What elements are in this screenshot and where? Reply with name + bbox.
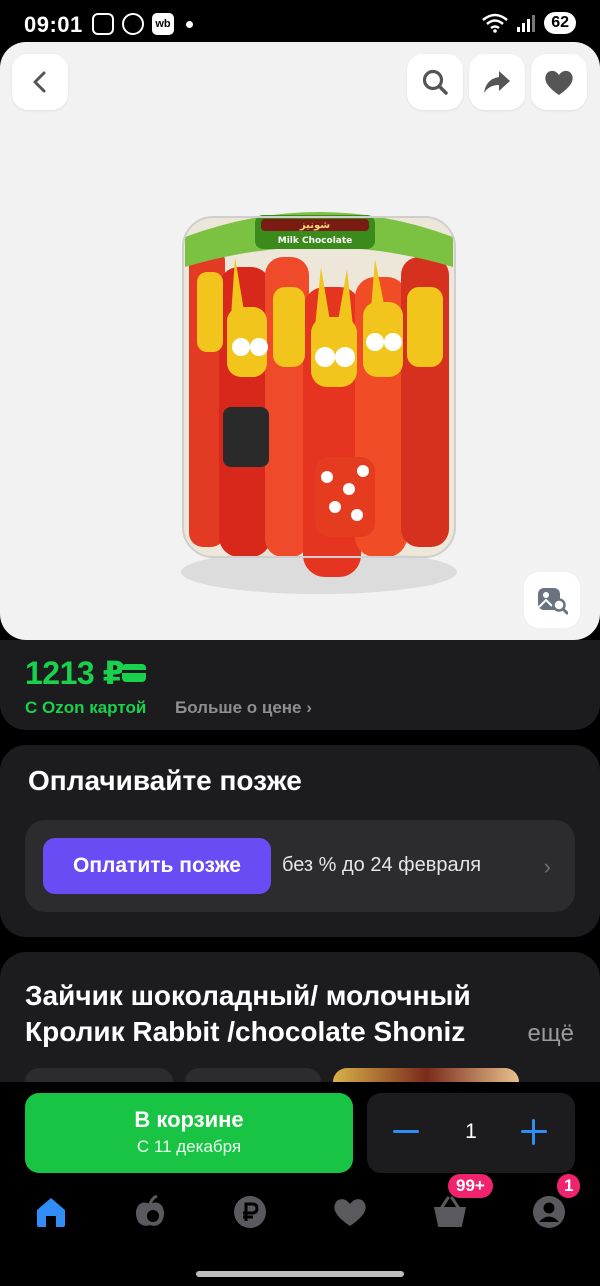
- product-title-line-1: Зайчик шоколадный/ молочный: [25, 980, 471, 1011]
- image-search-icon: [538, 588, 568, 615]
- search-icon: [422, 69, 448, 95]
- nav-cart[interactable]: 99+: [428, 1174, 493, 1234]
- visual-search-button[interactable]: [524, 572, 580, 628]
- favorite-button[interactable]: [531, 54, 587, 110]
- nav-home[interactable]: [29, 1190, 73, 1234]
- product-title-line-2: Кролик Rabbit /chocolate Shoniz: [25, 1016, 466, 1047]
- back-button[interactable]: [12, 54, 68, 110]
- pay-later-title: Оплачивайте позже: [28, 765, 302, 796]
- battery-indicator: 62: [544, 12, 576, 34]
- nav-fresh[interactable]: [128, 1190, 172, 1234]
- apple-icon: [136, 1195, 164, 1226]
- product-gallery[interactable]: شونيز Milk Chocolate: [0, 42, 600, 640]
- chevron-left-icon: [33, 71, 46, 93]
- milk-chocolate-label: Milk Chocolate: [278, 236, 353, 246]
- status-system-icons: 62: [482, 12, 576, 34]
- app-notification-icon: [122, 13, 144, 35]
- more-notifications-icon: [186, 20, 193, 28]
- price-section: 1213 ₽ С Ozon картой Больше о цене ›: [0, 640, 600, 730]
- ozon-card-label: С Ozon картой: [25, 698, 147, 717]
- screenshot-icon: [92, 13, 114, 35]
- home-icon: [37, 1198, 65, 1227]
- wifi-icon: [482, 13, 509, 33]
- share-button[interactable]: [469, 54, 525, 110]
- bottom-navigation: 99+ 1: [0, 1112, 600, 1228]
- search-button[interactable]: [407, 54, 463, 110]
- basket-icon: [434, 1196, 466, 1227]
- nav-favorites[interactable]: [328, 1190, 372, 1234]
- wb-icon: wb: [152, 13, 174, 35]
- ozon-card-icon: [122, 664, 146, 682]
- user-icon: [533, 1196, 565, 1228]
- nav-profile[interactable]: 1: [527, 1174, 581, 1234]
- home-indicator[interactable]: [196, 1271, 404, 1277]
- product-photo: شونيز Milk Chocolate: [181, 212, 457, 594]
- nav-finance[interactable]: [228, 1190, 272, 1234]
- status-time: 09:01: [24, 12, 83, 37]
- pay-later-section: Оплачивайте позже Оплатить позже без % д…: [0, 745, 600, 937]
- pay-later-banner[interactable]: Оплатить позже без % до 24 февраля ›: [25, 820, 575, 912]
- chevron-right-icon: ›: [543, 854, 551, 879]
- show-more-link[interactable]: ещё: [528, 1020, 574, 1048]
- heart-icon: [334, 1199, 366, 1226]
- pay-later-button[interactable]: Оплатить позже: [43, 838, 271, 894]
- status-notification-icons: wb: [92, 13, 193, 35]
- more-about-price-link[interactable]: Больше о цене ›: [175, 698, 312, 718]
- share-arrow-icon: [484, 71, 510, 93]
- heart-icon: [545, 70, 573, 95]
- signal-icon: [517, 15, 536, 32]
- cart-count-badge: 99+: [448, 1174, 493, 1198]
- status-bar: 09:01 wb 62: [0, 0, 600, 46]
- price-value: 1213 ₽: [25, 655, 125, 691]
- pay-later-terms: без % до 24 февраля: [282, 854, 482, 876]
- brand-label: شونيز: [299, 220, 330, 231]
- ruble-icon: [234, 1196, 266, 1228]
